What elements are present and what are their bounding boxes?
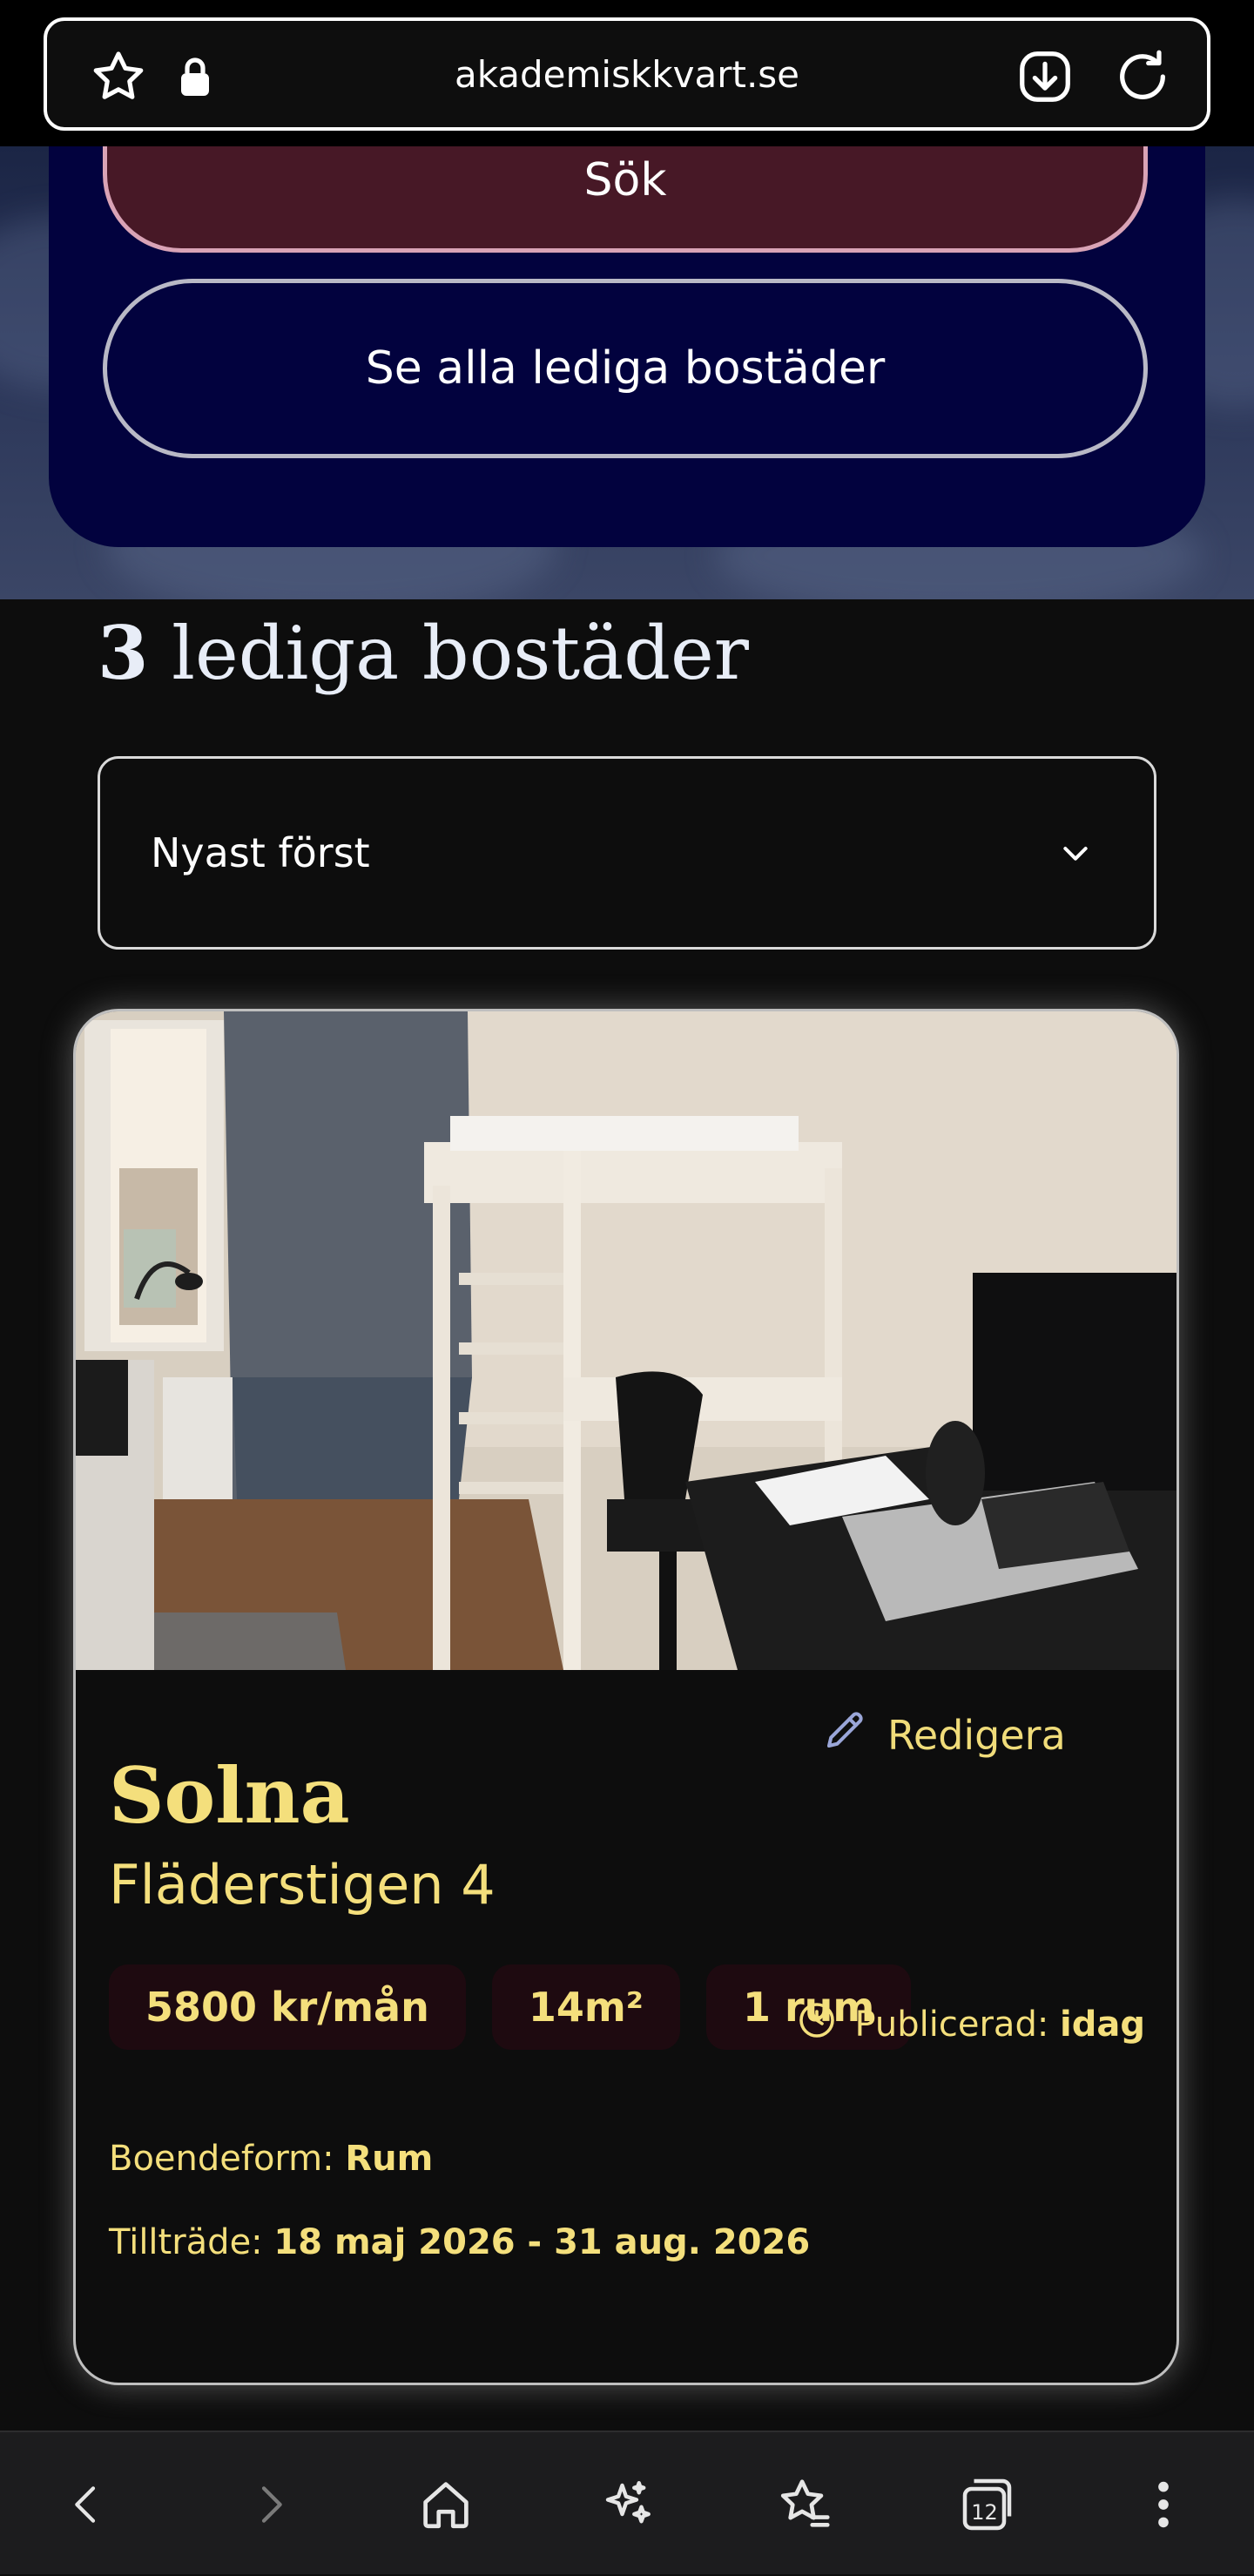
housing-type-row: Boendeform: Rum [109, 2139, 433, 2179]
listing-city: Solna [109, 1750, 350, 1841]
published-value: idag [1060, 2005, 1145, 2045]
listing-card[interactable]: Redigera Solna Fläderstigen 4 5800 kr/må… [73, 1009, 1179, 2385]
results-title: 3 lediga bostäder [98, 610, 749, 696]
sort-selected-value: Nyast först [151, 829, 370, 876]
tab-count: 12 [971, 2499, 998, 2524]
reload-icon[interactable] [1108, 42, 1177, 112]
listing-photo[interactable] [76, 1011, 1176, 1670]
browser-toolbar: akademiskkvart.se [0, 0, 1254, 146]
pencil-icon [821, 1707, 868, 1763]
more-icon[interactable] [1111, 2432, 1216, 2576]
access-label: Tillträde: [109, 2222, 263, 2262]
results-count: 3 [98, 610, 149, 696]
sort-select[interactable]: Nyast först [98, 756, 1156, 950]
see-all-button[interactable]: Se alla lediga bostäder [103, 279, 1148, 458]
published-label: Publicerad: [854, 2005, 1049, 2045]
housing-type-label: Boendeform: [109, 2139, 334, 2179]
search-button[interactable]: Sök [103, 146, 1148, 253]
listing-chips: 5800 kr/mån 14m² 1 rum [109, 1964, 912, 2050]
rent-chip: 5800 kr/mån [109, 1964, 466, 2050]
download-icon[interactable] [1010, 42, 1080, 112]
edit-label[interactable]: Redigera [887, 1712, 1066, 1759]
back-icon[interactable] [35, 2432, 139, 2576]
access-row: Tillträde: 18 maj 2026 - 31 aug. 2026 [109, 2222, 810, 2262]
forward-icon[interactable] [218, 2432, 322, 2576]
published-row: Publicerad: idag [796, 1999, 1145, 2050]
sparkle-icon[interactable] [575, 2432, 679, 2576]
size-chip: 14m² [491, 1964, 680, 2050]
chevron-down-icon [1058, 759, 1093, 947]
hero-background: Sök Se alla lediga bostäder [0, 146, 1254, 599]
search-panel: Sök Se alla lediga bostäder [49, 146, 1205, 547]
access-value: 18 maj 2026 - 31 aug. 2026 [273, 2222, 811, 2262]
clock-icon [796, 1999, 838, 2050]
edit-link[interactable]: Redigera [821, 1707, 1066, 1763]
results-title-text: lediga bostäder [172, 611, 749, 696]
bookmarks-icon[interactable] [752, 2432, 857, 2576]
home-icon[interactable] [394, 2432, 498, 2576]
browser-bottom-bar: 12 [0, 2431, 1254, 2574]
housing-type-value: Rum [345, 2139, 434, 2179]
listing-street: Fläderstigen 4 [109, 1853, 496, 1917]
tabs-icon[interactable]: 12 [934, 2432, 1038, 2576]
address-bar[interactable]: akademiskkvart.se [44, 17, 1210, 131]
